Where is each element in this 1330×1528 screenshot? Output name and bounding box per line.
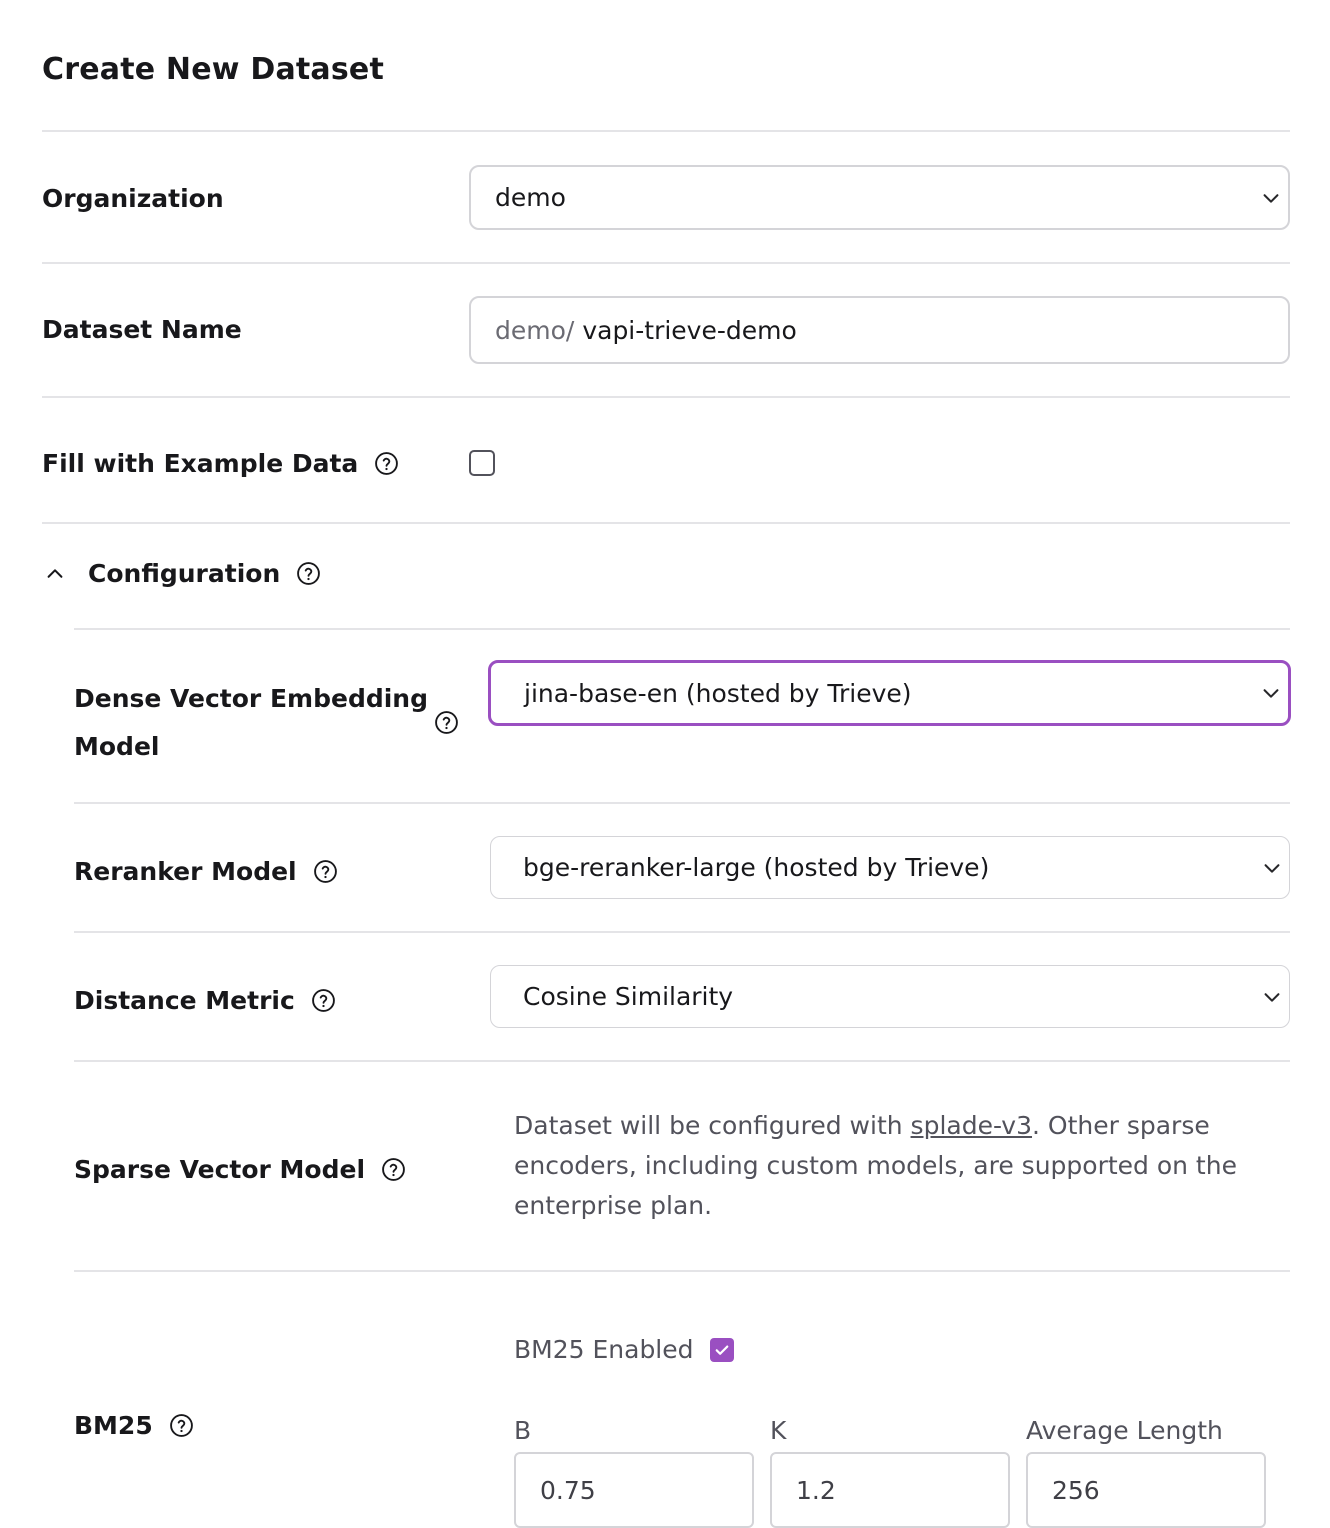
reranker-label: Reranker Model — [74, 857, 338, 886]
bm25-label: BM25 — [74, 1411, 194, 1440]
organization-select[interactable]: demo — [469, 165, 1290, 230]
distance-select-value: Cosine Similarity — [523, 982, 734, 1011]
divider — [74, 931, 1290, 933]
dataset-name-input[interactable]: vapi-trieve-demo — [582, 316, 796, 345]
dataset-name-label-text: Dataset Name — [42, 315, 242, 344]
question-circle-icon[interactable] — [296, 561, 321, 586]
distance-select[interactable]: Cosine Similarity — [490, 965, 1290, 1028]
organization-label: Organization — [42, 184, 224, 213]
dataset-name-field[interactable]: demo/ vapi-trieve-demo — [469, 296, 1290, 364]
dense-model-select-value: jina-base-en (hosted by Trieve) — [524, 678, 912, 708]
chevron-down-icon — [1263, 193, 1279, 203]
dataset-name-prefix: demo/ — [495, 315, 575, 345]
divider — [74, 1270, 1290, 1272]
dense-model-label-line2: Model — [74, 732, 160, 761]
question-circle-icon[interactable] — [169, 1413, 194, 1438]
divider — [74, 628, 1290, 630]
question-circle-icon[interactable] — [381, 1157, 406, 1182]
question-circle-icon[interactable] — [374, 451, 399, 476]
chevron-up-icon — [47, 568, 63, 578]
sparse-label: Sparse Vector Model — [74, 1155, 406, 1184]
example-data-checkbox[interactable] — [469, 450, 495, 476]
divider — [74, 802, 1290, 804]
divider — [42, 396, 1290, 398]
question-circle-icon[interactable] — [311, 988, 336, 1013]
configuration-label: Configuration — [88, 559, 281, 588]
bm25-enabled-label: BM25 Enabled — [514, 1335, 694, 1364]
divider — [42, 522, 1290, 524]
sparse-text-before: Dataset will be configured with — [514, 1111, 911, 1140]
example-data-label-text: Fill with Example Data — [42, 449, 359, 478]
check-icon — [715, 1345, 728, 1355]
question-circle-icon[interactable] — [434, 710, 459, 735]
dense-model-label-line1: Dense Vector Embedding — [74, 684, 428, 713]
chevron-down-icon — [1263, 689, 1279, 698]
bm25-avg-input[interactable]: 256 — [1026, 1452, 1266, 1528]
reranker-label-text: Reranker Model — [74, 857, 297, 886]
bm25-enabled-checkbox[interactable] — [709, 1337, 734, 1362]
distance-label: Distance Metric — [74, 986, 336, 1015]
example-data-label: Fill with Example Data — [42, 449, 399, 478]
chevron-down-icon — [1264, 992, 1280, 1002]
dataset-name-label: Dataset Name — [42, 315, 242, 344]
organization-select-value: demo — [495, 183, 566, 212]
bm25-enabled-row: BM25 Enabled — [514, 1335, 734, 1364]
chevron-down-icon — [1264, 863, 1280, 873]
sparse-description: Dataset will be configured with splade-v… — [514, 1106, 1274, 1226]
sparse-label-text: Sparse Vector Model — [74, 1155, 366, 1184]
bm25-label-text: BM25 — [74, 1411, 153, 1440]
question-circle-icon[interactable] — [313, 859, 338, 884]
bm25-k-input[interactable]: 1.2 — [770, 1452, 1010, 1528]
bm25-b-input[interactable]: 0.75 — [514, 1452, 754, 1528]
splade-link[interactable]: splade-v3 — [911, 1111, 1032, 1140]
distance-label-text: Distance Metric — [74, 986, 295, 1015]
organization-label-text: Organization — [42, 184, 224, 213]
divider — [42, 130, 1290, 132]
reranker-select[interactable]: bge-reranker-large (hosted by Trieve) — [490, 836, 1290, 899]
reranker-select-value: bge-reranker-large (hosted by Trieve) — [523, 853, 990, 882]
divider — [74, 1060, 1290, 1062]
configuration-toggle[interactable]: Configuration — [42, 559, 321, 588]
page-title: Create New Dataset — [42, 52, 385, 87]
dense-model-select[interactable]: jina-base-en (hosted by Trieve) — [488, 660, 1291, 726]
bm25-b-label: B — [514, 1416, 532, 1445]
divider — [42, 262, 1290, 264]
dense-model-label: Dense Vector Embedding Model — [74, 675, 428, 771]
bm25-avg-label: Average Length — [1026, 1416, 1223, 1445]
bm25-k-label: K — [770, 1416, 787, 1445]
